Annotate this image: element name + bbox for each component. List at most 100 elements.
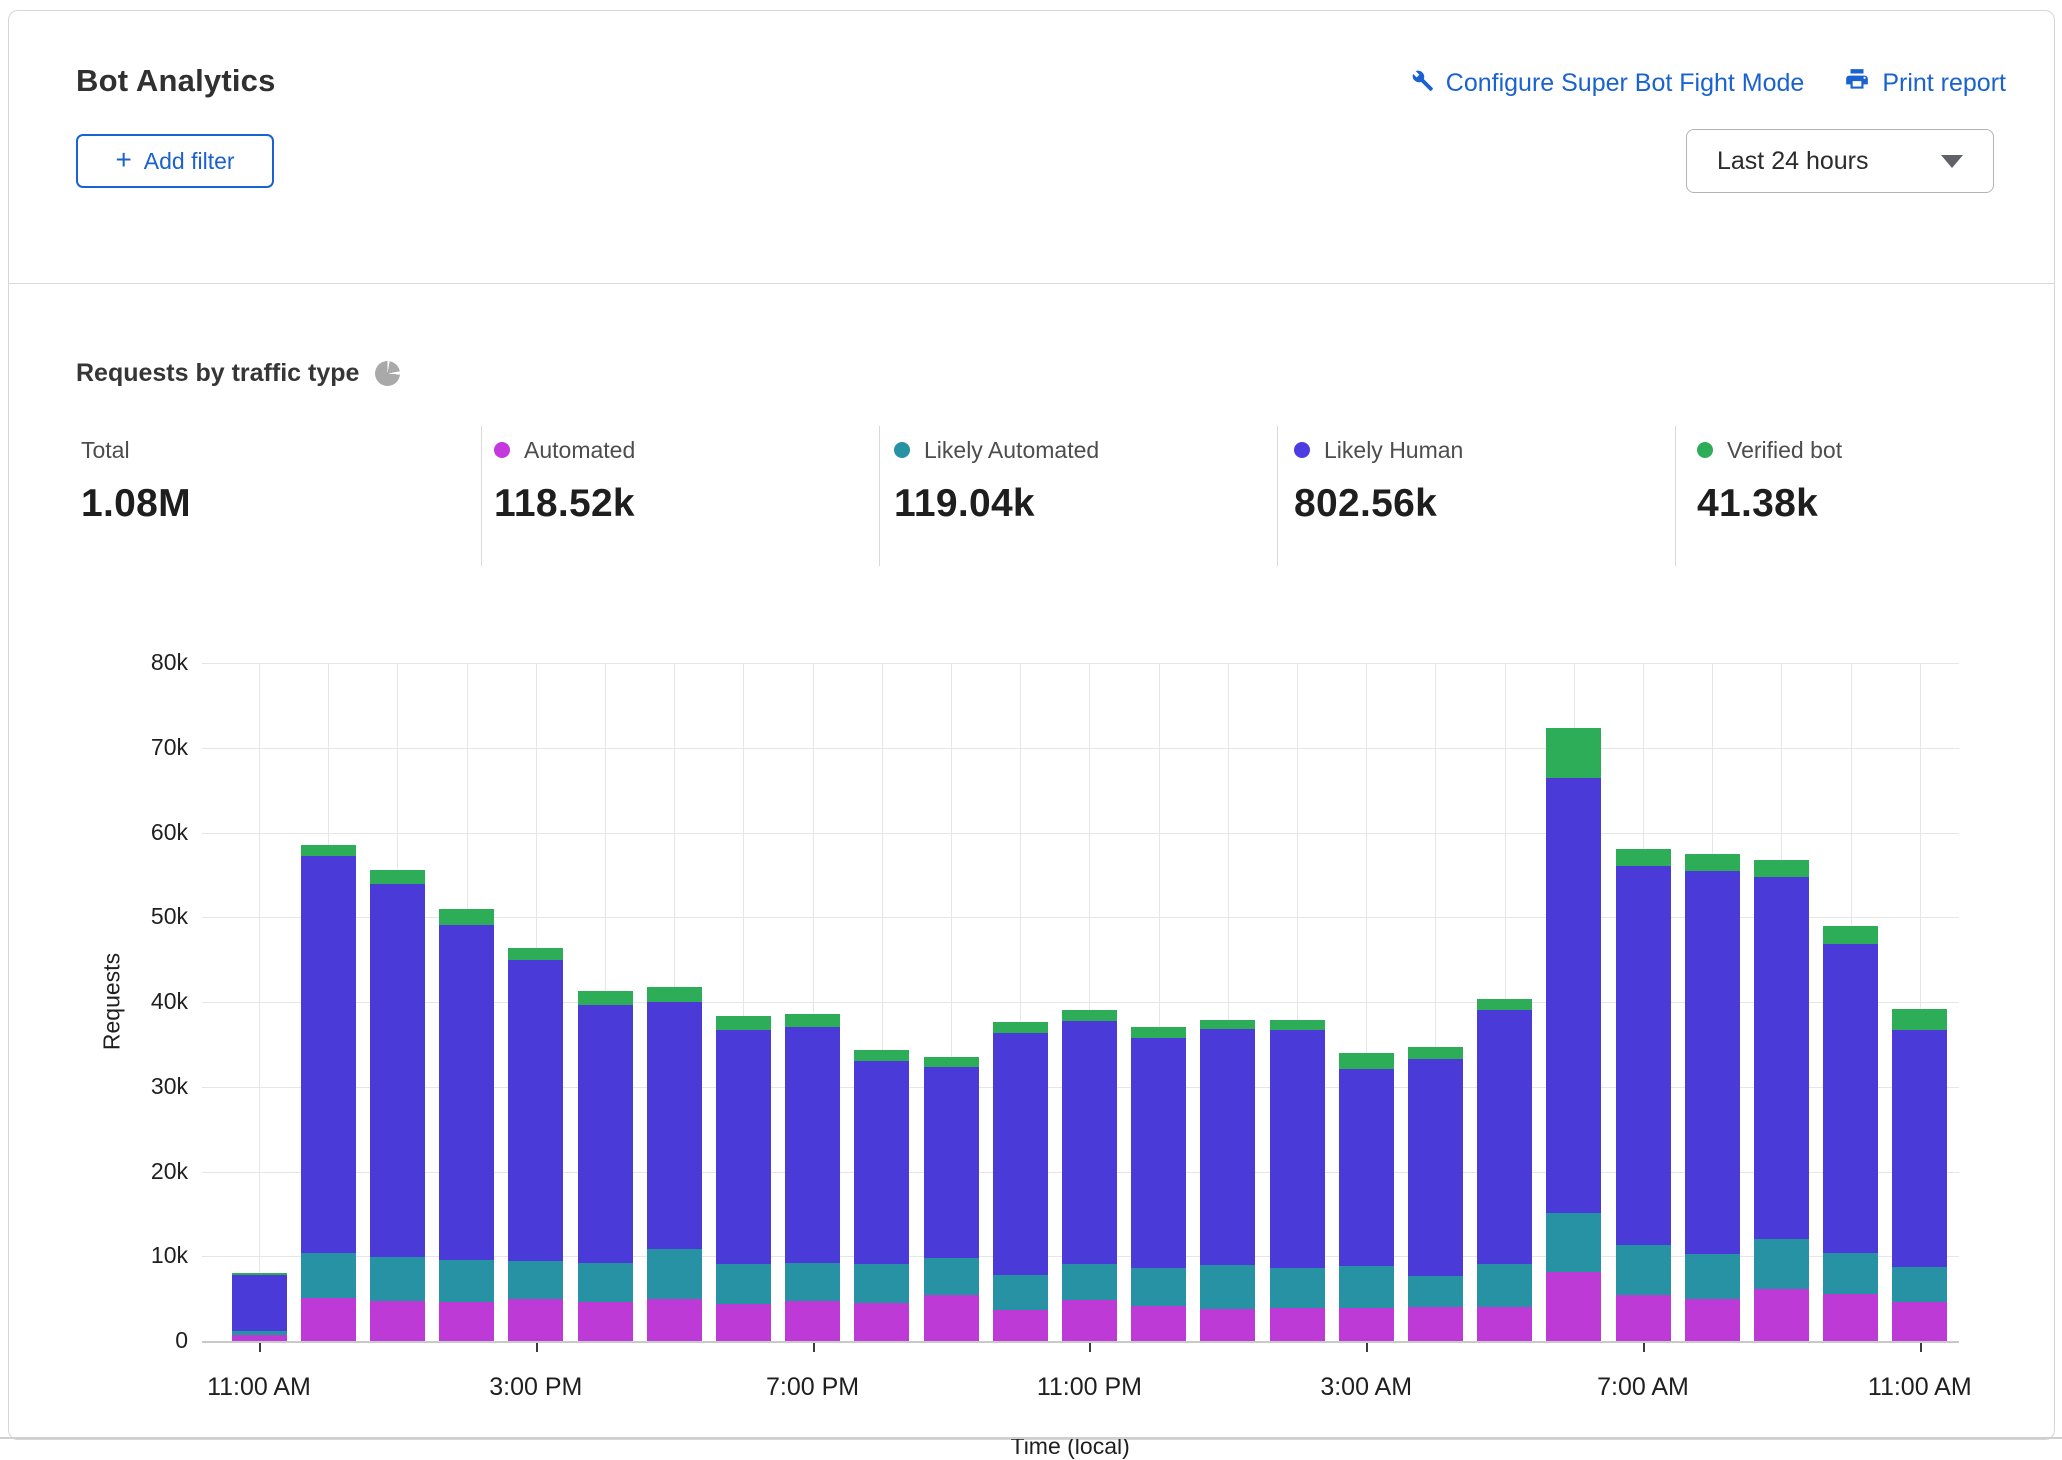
bar-segment-likely-automated[interactable]: [301, 1253, 356, 1298]
bar-segment-likely-automated[interactable]: [439, 1260, 494, 1302]
bar-segment-likely-automated[interactable]: [232, 1331, 287, 1335]
bar-segment-likely-human[interactable]: [1131, 1038, 1186, 1268]
bar-segment-automated[interactable]: [1477, 1307, 1532, 1341]
bar-segment-likely-human[interactable]: [1823, 944, 1878, 1253]
bar-segment-likely-human[interactable]: [1477, 1010, 1532, 1264]
bar-segment-likely-human[interactable]: [1892, 1030, 1947, 1267]
bar-segment-verified-bot[interactable]: [1477, 999, 1532, 1011]
bar-segment-likely-human[interactable]: [785, 1027, 840, 1263]
bar-segment-likely-automated[interactable]: [1892, 1267, 1947, 1302]
bar-segment-likely-human[interactable]: [301, 856, 356, 1253]
bar-segment-automated[interactable]: [1754, 1289, 1809, 1341]
bar-segment-verified-bot[interactable]: [647, 987, 702, 1002]
bar-segment-verified-bot[interactable]: [1339, 1053, 1394, 1069]
bar-segment-verified-bot[interactable]: [578, 991, 633, 1005]
bar-segment-automated[interactable]: [924, 1295, 979, 1341]
bar-segment-likely-automated[interactable]: [1270, 1268, 1325, 1308]
bar-segment-likely-human[interactable]: [993, 1033, 1048, 1275]
bar-segment-likely-human[interactable]: [854, 1061, 909, 1264]
bar-segment-automated[interactable]: [993, 1310, 1048, 1341]
bar-segment-verified-bot[interactable]: [1062, 1010, 1117, 1020]
bar-segment-likely-human[interactable]: [1339, 1069, 1394, 1266]
bar-segment-verified-bot[interactable]: [1616, 849, 1671, 866]
bar-segment-likely-human[interactable]: [1754, 877, 1809, 1239]
bar-segment-automated[interactable]: [1408, 1307, 1463, 1341]
bar-segment-automated[interactable]: [439, 1302, 494, 1341]
bar-segment-likely-automated[interactable]: [1823, 1253, 1878, 1294]
bar-segment-likely-human[interactable]: [232, 1275, 287, 1331]
bar-segment-likely-automated[interactable]: [647, 1249, 702, 1298]
bar-segment-verified-bot[interactable]: [1754, 860, 1809, 877]
bar-segment-automated[interactable]: [1685, 1299, 1740, 1341]
bar-segment-likely-automated[interactable]: [1616, 1245, 1671, 1295]
bar-segment-verified-bot[interactable]: [716, 1016, 771, 1030]
bar-segment-verified-bot[interactable]: [785, 1014, 840, 1027]
bar-segment-likely-human[interactable]: [508, 960, 563, 1261]
bar-segment-automated[interactable]: [301, 1298, 356, 1341]
bar-segment-verified-bot[interactable]: [1200, 1020, 1255, 1029]
bar-segment-likely-human[interactable]: [1685, 871, 1740, 1253]
print-report-link[interactable]: Print report: [1844, 67, 2006, 100]
bar-segment-likely-automated[interactable]: [1477, 1264, 1532, 1306]
bar-segment-likely-automated[interactable]: [716, 1264, 771, 1304]
bar-segment-likely-automated[interactable]: [1546, 1213, 1601, 1272]
bar-segment-likely-human[interactable]: [1062, 1021, 1117, 1265]
bar-segment-automated[interactable]: [716, 1304, 771, 1341]
bar-segment-verified-bot[interactable]: [508, 948, 563, 961]
add-filter-button[interactable]: + Add filter: [76, 134, 274, 188]
bar-segment-likely-automated[interactable]: [924, 1258, 979, 1295]
bar-segment-automated[interactable]: [578, 1302, 633, 1341]
bar-segment-likely-automated[interactable]: [370, 1257, 425, 1301]
bar-segment-verified-bot[interactable]: [993, 1022, 1048, 1033]
bar-segment-verified-bot[interactable]: [1270, 1020, 1325, 1030]
bar-segment-likely-human[interactable]: [578, 1005, 633, 1263]
bar-segment-automated[interactable]: [1131, 1306, 1186, 1341]
time-range-select[interactable]: Last 24 hours: [1686, 129, 1994, 193]
bar-segment-likely-automated[interactable]: [993, 1275, 1048, 1310]
bar-segment-likely-human[interactable]: [1270, 1030, 1325, 1268]
bar-segment-likely-automated[interactable]: [1200, 1265, 1255, 1309]
bar-segment-likely-automated[interactable]: [578, 1263, 633, 1303]
bar-segment-likely-automated[interactable]: [854, 1264, 909, 1303]
bar-segment-likely-human[interactable]: [1546, 778, 1601, 1213]
bar-segment-automated[interactable]: [370, 1301, 425, 1341]
bar-segment-likely-human[interactable]: [1200, 1029, 1255, 1265]
bar-segment-automated[interactable]: [647, 1299, 702, 1341]
bar-segment-verified-bot[interactable]: [1408, 1047, 1463, 1059]
bar-segment-likely-human[interactable]: [647, 1002, 702, 1249]
bar-segment-automated[interactable]: [508, 1299, 563, 1341]
bar-segment-likely-automated[interactable]: [1062, 1264, 1117, 1300]
bar-segment-likely-automated[interactable]: [1131, 1268, 1186, 1307]
bar-segment-verified-bot[interactable]: [1892, 1009, 1947, 1030]
bar-segment-verified-bot[interactable]: [854, 1050, 909, 1061]
bar-segment-verified-bot[interactable]: [232, 1273, 287, 1275]
bar-segment-likely-human[interactable]: [439, 925, 494, 1260]
bar-segment-verified-bot[interactable]: [1546, 728, 1601, 778]
bar-segment-likely-human[interactable]: [924, 1067, 979, 1258]
bar-segment-verified-bot[interactable]: [1823, 926, 1878, 944]
bar-segment-automated[interactable]: [854, 1303, 909, 1341]
bar-segment-automated[interactable]: [1200, 1309, 1255, 1341]
bar-segment-likely-human[interactable]: [1408, 1059, 1463, 1276]
bar-segment-automated[interactable]: [1823, 1294, 1878, 1341]
bar-segment-likely-human[interactable]: [1616, 866, 1671, 1245]
bar-segment-automated[interactable]: [785, 1301, 840, 1341]
bar-segment-verified-bot[interactable]: [439, 909, 494, 925]
bar-segment-likely-automated[interactable]: [1754, 1239, 1809, 1289]
bar-segment-likely-automated[interactable]: [785, 1263, 840, 1301]
bar-segment-likely-automated[interactable]: [1408, 1276, 1463, 1307]
bar-segment-verified-bot[interactable]: [1685, 854, 1740, 872]
bar-segment-verified-bot[interactable]: [924, 1057, 979, 1067]
bar-segment-verified-bot[interactable]: [370, 870, 425, 884]
bar-segment-automated[interactable]: [1892, 1302, 1947, 1341]
bar-segment-likely-automated[interactable]: [1339, 1266, 1394, 1308]
bar-segment-automated[interactable]: [1062, 1300, 1117, 1341]
bar-segment-automated[interactable]: [1546, 1272, 1601, 1341]
bar-segment-automated[interactable]: [1270, 1308, 1325, 1341]
bar-segment-automated[interactable]: [1616, 1295, 1671, 1341]
bar-segment-likely-human[interactable]: [370, 884, 425, 1257]
bar-segment-automated[interactable]: [1339, 1308, 1394, 1341]
bar-segment-likely-automated[interactable]: [1685, 1254, 1740, 1299]
bar-segment-likely-human[interactable]: [716, 1030, 771, 1264]
bar-segment-verified-bot[interactable]: [301, 845, 356, 856]
